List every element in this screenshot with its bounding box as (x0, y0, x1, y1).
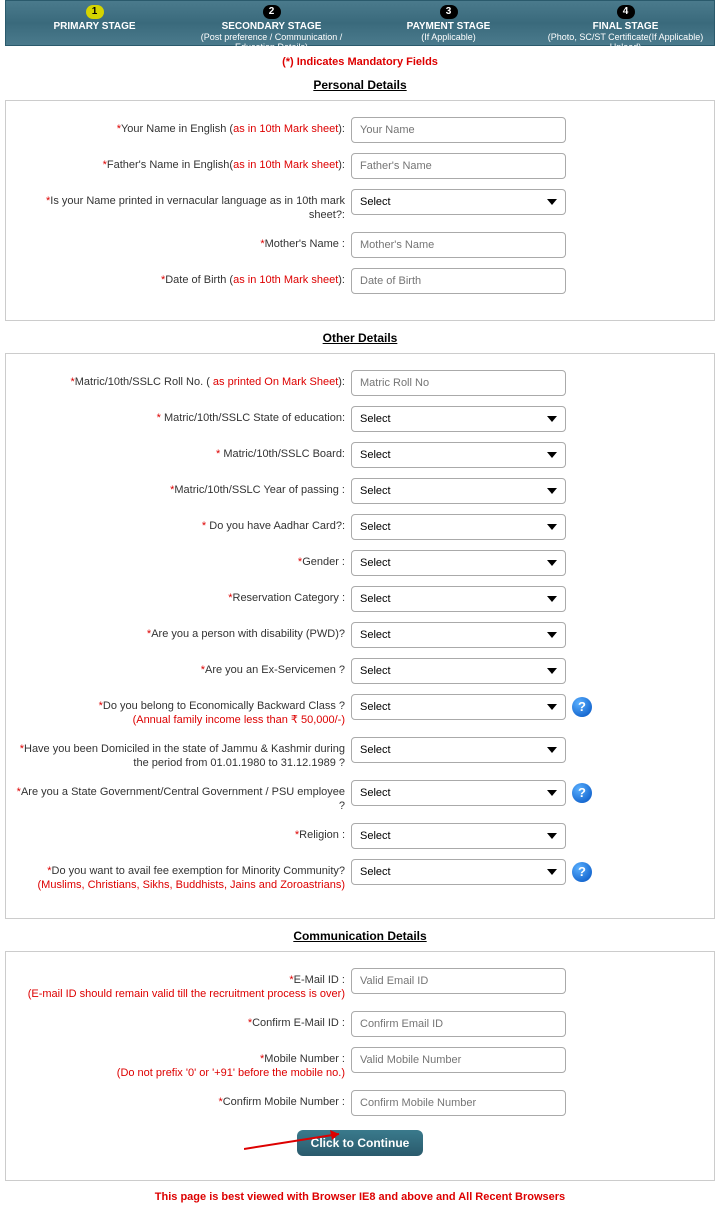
help-icon[interactable]: ? (572, 783, 592, 803)
stage-num-4: 4 (617, 5, 635, 19)
jk-select[interactable]: Select (351, 737, 566, 763)
footer-note: This page is best viewed with Browser IE… (5, 1187, 715, 1207)
roll-label: *Matric/10th/SSLC Roll No. ( as printed … (16, 370, 351, 389)
email-label: *E-Mail ID :(E-mail ID should remain val… (16, 968, 351, 1001)
jk-label: *Have you been Domiciled in the state of… (16, 737, 351, 770)
govt-select[interactable]: Select (351, 780, 566, 806)
pwd-select[interactable]: Select (351, 622, 566, 648)
section-title-comm: Communication Details (5, 929, 715, 943)
stage-num-3: 3 (440, 5, 458, 19)
aadhar-label: * Do you have Aadhar Card?: (16, 514, 351, 533)
dob-input[interactable] (351, 268, 566, 294)
cmobile-label: *Confirm Mobile Number : (16, 1090, 351, 1109)
name-input[interactable] (351, 117, 566, 143)
stage-secondary: 2 SECONDARY STAGE (Post preference / Com… (183, 1, 360, 45)
section-title-other: Other Details (5, 331, 715, 345)
pwd-label: *Are you a person with disability (PWD)? (16, 622, 351, 641)
year-label: *Matric/10th/SSLC Year of passing : (16, 478, 351, 497)
stage-sub-2: (Post preference / Communication / Educa… (183, 32, 360, 52)
gender-label: *Gender : (16, 550, 351, 569)
gender-select[interactable]: Select (351, 550, 566, 576)
aadhar-select[interactable]: Select (351, 514, 566, 540)
mother-label: *Mother's Name : (16, 232, 351, 251)
ebc-label: *Do you belong to Economically Backward … (16, 694, 351, 727)
email-input[interactable] (351, 968, 566, 994)
stage-bar: 1 PRIMARY STAGE 2 SECONDARY STAGE (Post … (5, 0, 715, 46)
roll-input[interactable] (351, 370, 566, 396)
cemail-input[interactable] (351, 1011, 566, 1037)
board-select[interactable]: Select (351, 442, 566, 468)
stage-sub-3: (If Applicable) (360, 32, 537, 42)
arrow-icon (244, 1124, 354, 1154)
help-icon[interactable]: ? (572, 697, 592, 717)
vernacular-select[interactable]: Select (351, 189, 566, 215)
stage-final: 4 FINAL STAGE (Photo, SC/ST Certificate(… (537, 1, 714, 45)
vernacular-label: *Is your Name printed in vernacular lang… (16, 189, 351, 222)
help-icon[interactable]: ? (572, 862, 592, 882)
dob-label: *Date of Birth (as in 10th Mark sheet): (16, 268, 351, 287)
exservice-select[interactable]: Select (351, 658, 566, 684)
ebc-select[interactable]: Select (351, 694, 566, 720)
stage-primary: 1 PRIMARY STAGE (6, 1, 183, 45)
mother-input[interactable] (351, 232, 566, 258)
religion-label: *Religion : (16, 823, 351, 842)
exservice-label: *Are you an Ex-Servicemen ? (16, 658, 351, 677)
stage-num-2: 2 (263, 5, 281, 19)
mobile-input[interactable] (351, 1047, 566, 1073)
state-select[interactable]: Select (351, 406, 566, 432)
father-label: *Father's Name in English(as in 10th Mar… (16, 153, 351, 172)
state-label: * Matric/10th/SSLC State of education: (16, 406, 351, 425)
stage-sub-4: (Photo, SC/ST Certificate(If Applicable)… (537, 32, 714, 52)
personal-section: *Your Name in English (as in 10th Mark s… (5, 100, 715, 321)
stage-title-3: PAYMENT STAGE (360, 21, 537, 32)
stage-title-4: FINAL STAGE (537, 21, 714, 32)
govt-label: *Are you a State Government/Central Gove… (16, 780, 351, 813)
father-input[interactable] (351, 153, 566, 179)
mandatory-note: (*) Indicates Mandatory Fields (5, 56, 715, 68)
other-section: *Matric/10th/SSLC Roll No. ( as printed … (5, 353, 715, 919)
minority-select[interactable]: Select (351, 859, 566, 885)
minority-label: *Do you want to avail fee exemption for … (16, 859, 351, 892)
cmobile-input[interactable] (351, 1090, 566, 1116)
cemail-label: *Confirm E-Mail ID : (16, 1011, 351, 1030)
board-label: * Matric/10th/SSLC Board: (16, 442, 351, 461)
category-label: *Reservation Category : (16, 586, 351, 605)
name-label: *Your Name in English (as in 10th Mark s… (16, 117, 351, 136)
religion-select[interactable]: Select (351, 823, 566, 849)
comm-section: *E-Mail ID :(E-mail ID should remain val… (5, 951, 715, 1181)
stage-title-1: PRIMARY STAGE (6, 21, 183, 32)
mobile-label: *Mobile Number :(Do not prefix '0' or '+… (16, 1047, 351, 1080)
section-title-personal: Personal Details (5, 78, 715, 92)
stage-payment: 3 PAYMENT STAGE (If Applicable) (360, 1, 537, 45)
category-select[interactable]: Select (351, 586, 566, 612)
stage-num-1: 1 (86, 5, 104, 19)
stage-title-2: SECONDARY STAGE (183, 21, 360, 32)
year-select[interactable]: Select (351, 478, 566, 504)
